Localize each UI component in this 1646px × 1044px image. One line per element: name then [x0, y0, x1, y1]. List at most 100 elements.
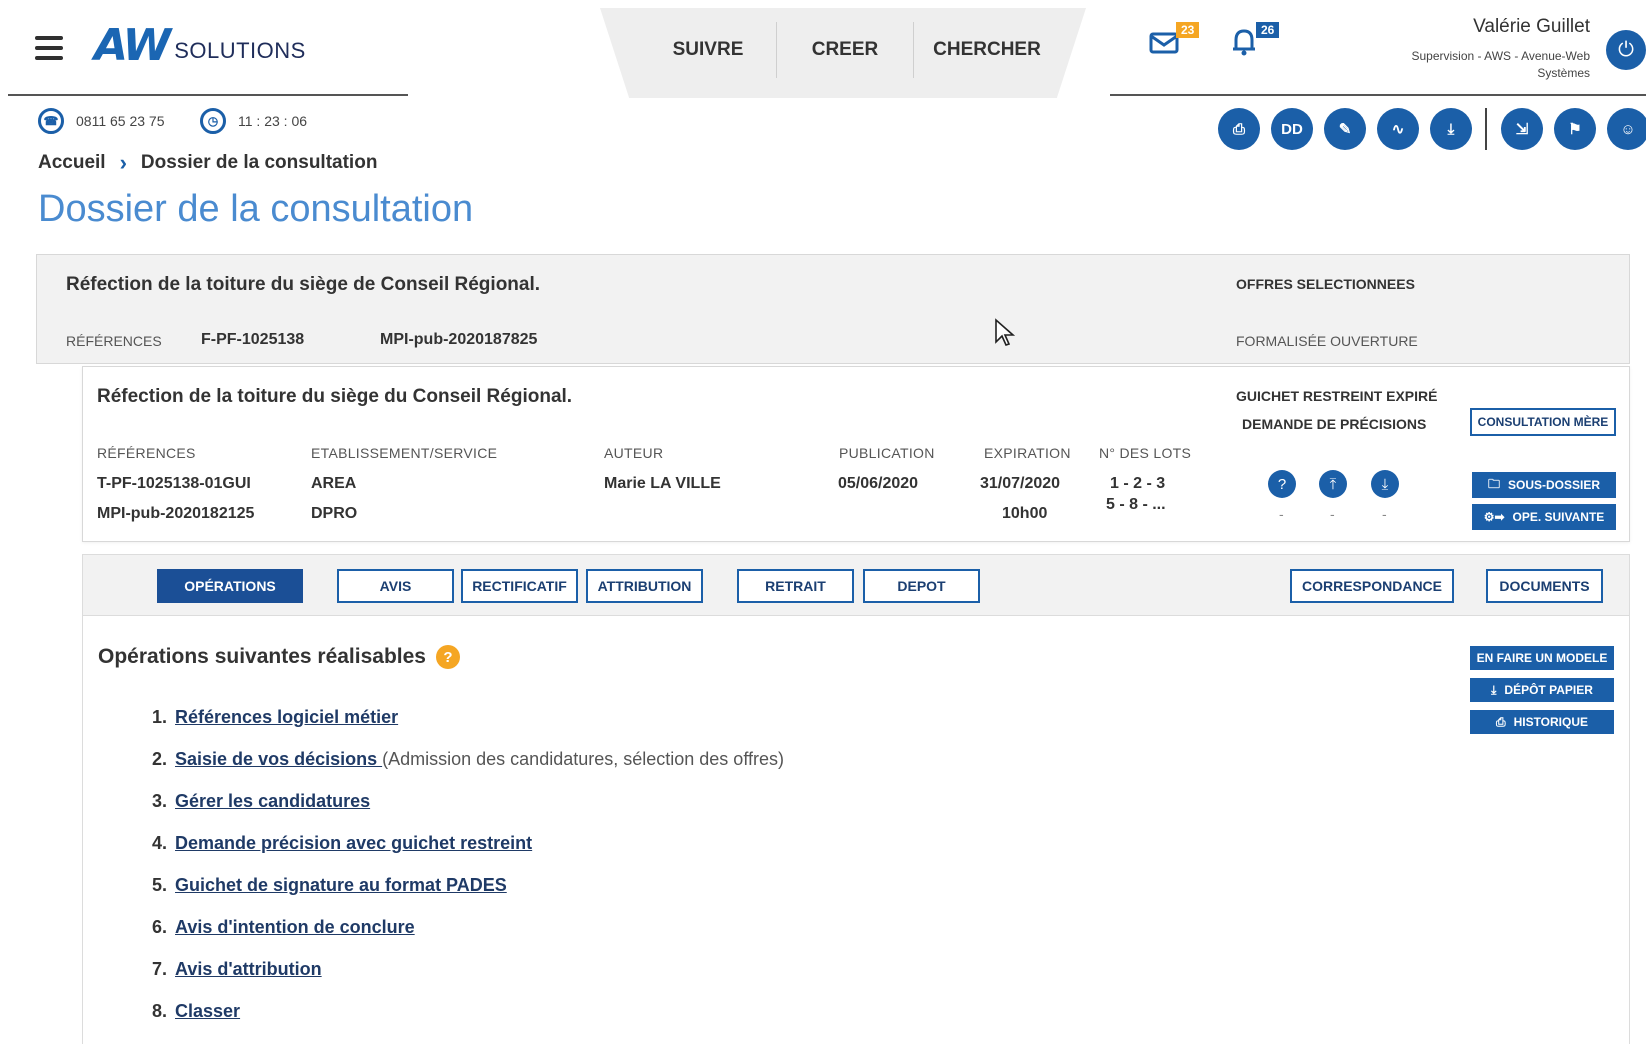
- item-number: 5.: [152, 875, 168, 895]
- tab-attribution[interactable]: ATTRIBUTION: [586, 569, 703, 603]
- help-icon[interactable]: ?: [435, 645, 460, 669]
- statistics-button[interactable]: ∿: [1377, 108, 1419, 150]
- service-2: DPRO: [311, 505, 358, 522]
- consultation-mere-button[interactable]: CONSULTATION MÈRE: [1470, 408, 1616, 436]
- chart-icon: ∿: [1391, 121, 1405, 138]
- question-icon[interactable]: ?: [1268, 470, 1296, 498]
- user-name[interactable]: Valérie Guillet: [1473, 16, 1590, 38]
- op-link-attribution[interactable]: Avis d'attribution: [175, 959, 322, 979]
- dd-button[interactable]: DD: [1271, 108, 1313, 150]
- logo-aw: AW: [94, 20, 171, 71]
- count-download: -: [1382, 506, 1387, 522]
- scroll-icon: ⎙: [1232, 120, 1245, 138]
- header-divider-left: [8, 94, 408, 96]
- list-item: 6. Avis d'intention de conclure: [152, 912, 784, 954]
- page-title: Dossier de la consultation: [38, 188, 474, 230]
- notifications-button[interactable]: 26: [1228, 22, 1280, 63]
- op-link-decisions[interactable]: Saisie de vos décisions: [175, 749, 382, 769]
- clock-time: 11 : 23 : 06: [238, 113, 308, 129]
- notifications-count-badge: 26: [1256, 22, 1280, 38]
- item-number: 2.: [152, 749, 168, 769]
- op-link-candidatures[interactable]: Gérer les candidatures: [175, 791, 370, 811]
- depot-papier-label: DÉPÔT PAPIER: [1504, 683, 1593, 697]
- sous-dossier-label: SOUS-DOSSIER: [1508, 478, 1601, 492]
- logo[interactable]: AW SOLUTIONS: [94, 24, 306, 68]
- make-template-button[interactable]: EN FAIRE UN MODELE: [1470, 646, 1614, 670]
- document-button[interactable]: ⎙: [1218, 108, 1260, 150]
- item-number: 7.: [152, 959, 168, 979]
- op-link-precision[interactable]: Demande précision avec guichet restreint: [175, 833, 532, 853]
- sous-dossier-button[interactable]: 🗀 SOUS-DOSSIER: [1472, 472, 1616, 498]
- list-item: 4. Demande précision avec guichet restrei…: [152, 828, 784, 870]
- upload-icon[interactable]: ⤒: [1319, 470, 1347, 498]
- nav-suivre[interactable]: SUIVRE: [640, 28, 776, 72]
- historique-button[interactable]: ⎙ HISTORIQUE: [1470, 710, 1614, 734]
- user-role: Supervision - AWS - Avenue-Web Systèmes: [1411, 49, 1590, 80]
- item-number: 1.: [152, 707, 168, 727]
- parent-ref-2: MPI-pub-2020187825: [380, 331, 538, 348]
- lots-line-2: 5 - 8 - ...: [1106, 496, 1166, 513]
- user-settings-button[interactable]: ☺: [1607, 108, 1646, 150]
- menu-bar: [35, 56, 63, 60]
- header-divider-right: [1110, 94, 1646, 96]
- nav-creer[interactable]: CREER: [777, 28, 913, 72]
- op-link-classer[interactable]: Classer: [175, 1001, 240, 1021]
- tab-operations[interactable]: OPÉRATIONS: [157, 569, 303, 603]
- depot-papier-button[interactable]: ⤓ DÉPÔT PAPIER: [1470, 678, 1614, 702]
- download-icon: ⤓: [1447, 120, 1455, 138]
- menu-bar: [35, 36, 63, 40]
- support-phone: ☎ 0811 65 23 75: [38, 108, 165, 134]
- tab-retrait[interactable]: RETRAIT: [737, 569, 854, 603]
- folder-icon: 🗀: [1487, 476, 1500, 491]
- list-item: 3. Gérer les candidatures: [152, 786, 784, 828]
- operations-title-text: Opérations suivantes réalisables: [98, 645, 426, 668]
- menu-button[interactable]: [30, 30, 68, 68]
- tab-documents[interactable]: DOCUMENTS: [1486, 569, 1603, 603]
- messages-button[interactable]: 23: [1148, 22, 1200, 63]
- list-item: 7. Avis d'attribution: [152, 954, 784, 996]
- expiration-time: 10h00: [1002, 505, 1048, 522]
- power-icon: ⏻: [1618, 38, 1634, 61]
- parent-ref-label: RÉFÉRENCES: [66, 333, 162, 349]
- list-item: 8. Classer: [152, 996, 784, 1038]
- chevron-right-icon: ›: [119, 150, 127, 175]
- parent-ref-1: F-PF-1025138: [201, 331, 305, 348]
- tab-avis[interactable]: AVIS: [337, 569, 454, 603]
- item-number: 3.: [152, 791, 168, 811]
- parent-status-offres: OFFRES SELECTIONNEES: [1236, 276, 1415, 292]
- col-head-expiration: EXPIRATION: [984, 445, 1071, 461]
- download-button[interactable]: ⤓: [1430, 108, 1472, 150]
- users-button[interactable]: ⚑: [1554, 108, 1596, 150]
- col-head-references: RÉFÉRENCES: [97, 445, 196, 461]
- consultation-tabs: OPÉRATIONS AVIS RECTIFICATIF ATTRIBUTION…: [82, 554, 1630, 616]
- author: Marie LA VILLE: [604, 475, 721, 492]
- col-head-service: ETABLISSEMENT/SERVICE: [311, 445, 498, 461]
- publication-date: 05/06/2020: [838, 475, 919, 492]
- edit-document-button[interactable]: ✎: [1324, 108, 1366, 150]
- export-button[interactable]: ⇲: [1501, 108, 1543, 150]
- logout-button[interactable]: ⏻: [1606, 30, 1646, 70]
- export-icon: ⇲: [1515, 121, 1529, 138]
- ope-suivante-label: OPE. SUIVANTE: [1512, 510, 1605, 524]
- op-link-intention[interactable]: Avis d'intention de conclure: [175, 917, 415, 937]
- operations-list: 1. Références logiciel métier 2. Saisie de…: [152, 702, 784, 1038]
- tab-rectificatif[interactable]: RECTIFICATIF: [461, 569, 578, 603]
- op-link-signature[interactable]: Guichet de signature au format PADES: [175, 875, 507, 895]
- parent-status-formalisee: FORMALISÉE OUVERTURE: [1236, 333, 1418, 349]
- lots-line-1: 1 - 2 - 3: [1110, 475, 1166, 492]
- gears-icon: ⚙➡: [1483, 510, 1505, 524]
- menu-bar: [35, 46, 63, 50]
- operations-title: Opérations suivantes réalisables ?: [98, 645, 460, 669]
- breadcrumb-home[interactable]: Accueil: [38, 152, 106, 174]
- service-1: AREA: [311, 475, 357, 492]
- consultation-title: Réfection de la toiture du siège du Cons…: [97, 386, 573, 407]
- tab-depot[interactable]: DEPOT: [863, 569, 980, 603]
- tab-correspondance[interactable]: CORRESPONDANCE: [1290, 569, 1454, 603]
- download-icon[interactable]: ⤓: [1371, 470, 1399, 498]
- op-link-references[interactable]: Références logiciel métier: [175, 707, 398, 727]
- clock-icon: ◷: [200, 108, 226, 134]
- ope-suivante-button[interactable]: ⚙➡ OPE. SUIVANTE: [1472, 504, 1616, 530]
- action-toolbar: ⎙ DD ✎ ∿ ⤓ ⇲ ⚑ ☺: [1218, 108, 1646, 150]
- nav-chercher[interactable]: CHERCHER: [914, 28, 1060, 72]
- ref-1: T-PF-1025138-01GUI: [97, 475, 251, 492]
